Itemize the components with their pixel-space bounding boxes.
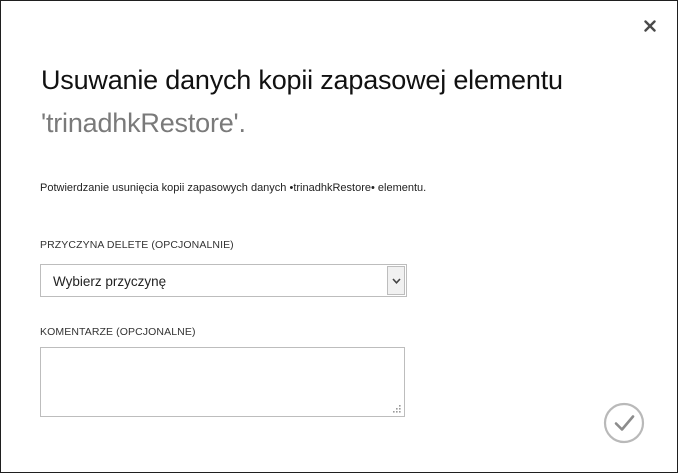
comments-label: KOMENTARZE (OPCJONALNE) (40, 326, 196, 338)
title-item-name: 'trinadhkRestore'. (41, 108, 246, 138)
reason-select[interactable]: Wybierz przyczynę (40, 264, 407, 297)
checkmark-icon (603, 402, 645, 444)
dialog-title: Usuwanie danych kopii zapasowej elementu… (41, 59, 651, 145)
title-main: Usuwanie danych kopii zapasowej elementu (41, 65, 563, 95)
confirmation-text: Potwierdzanie usunięcia kopii zapasowych… (40, 182, 427, 194)
resize-grip-icon[interactable] (392, 404, 402, 414)
reason-label: PRZYCZYNA DELETE (OPCJONALNIE) (40, 239, 234, 251)
close-button[interactable] (639, 15, 661, 37)
delete-backup-dialog: Usuwanie danych kopii zapasowej elementu… (0, 0, 678, 473)
reason-select-value: Wybierz przyczynę (53, 274, 167, 289)
close-icon (644, 20, 656, 32)
comments-textarea[interactable] (40, 347, 405, 417)
dropdown-arrow-button[interactable] (387, 266, 405, 295)
confirm-button[interactable] (603, 402, 645, 444)
chevron-down-icon (391, 277, 401, 284)
